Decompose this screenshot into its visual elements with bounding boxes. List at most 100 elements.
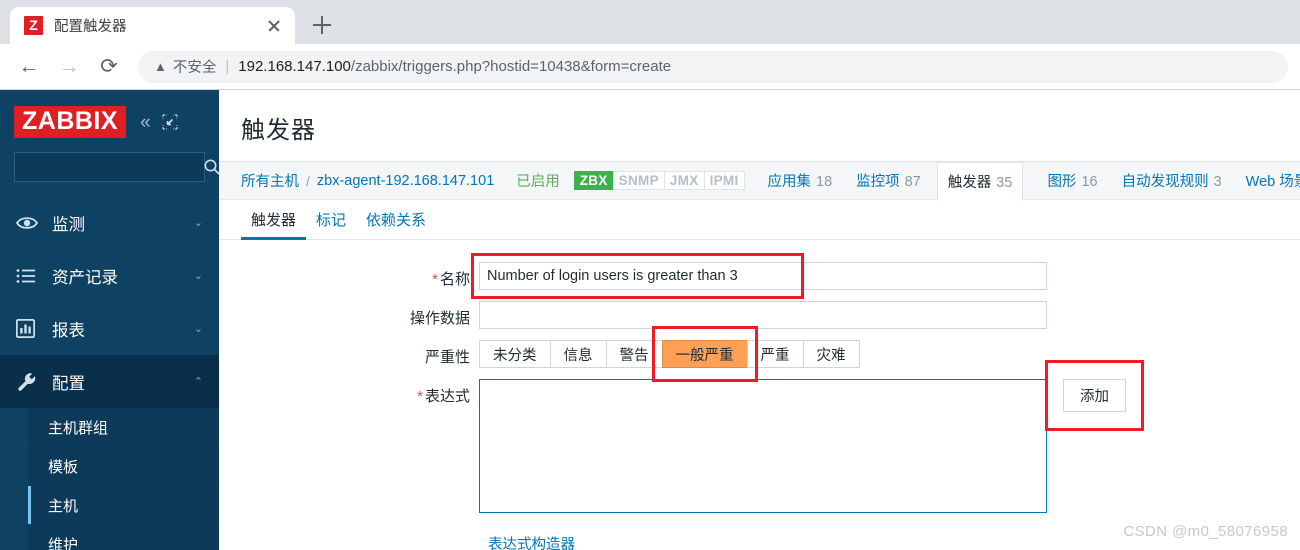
breadcrumb-all-hosts[interactable]: 所有主机 <box>241 170 299 191</box>
breadcrumb: 所有主机 / zbx-agent-192.168.147.101 已启用 ZBX… <box>219 161 1300 201</box>
reload-icon[interactable]: ⟳ <box>92 50 126 84</box>
nav-tab-count: 3 <box>1213 174 1222 190</box>
tab-label: 触发器 <box>251 212 297 229</box>
address-host: 192.168.147.100 <box>238 58 351 75</box>
trigger-form: *名称 操作数据 严重性 未分类 信息 警告 一般严重 严重 灾难 <box>219 240 1300 550</box>
nav-tab-items[interactable]: 监控项 87 <box>856 170 921 191</box>
tab-dependencies[interactable]: 依赖关系 <box>356 209 436 239</box>
interface-badge-snmp: SNMP <box>612 171 665 190</box>
expression-textarea[interactable] <box>479 379 1047 513</box>
list-icon <box>16 268 42 284</box>
severity-label: 严重性 <box>424 349 470 366</box>
form-tabs: 触发器 标记 依赖关系 <box>219 200 1300 240</box>
browser-tab[interactable]: Z 配置触发器 <box>10 7 295 44</box>
search-icon[interactable] <box>203 158 219 176</box>
security-status-text: 不安全 <box>172 60 217 76</box>
sidebar-subitem-templates[interactable]: 模板 <box>28 447 219 486</box>
page-title: 触发器 <box>241 117 316 144</box>
nav-tab-discovery-rules[interactable]: 自动发现规则 3 <box>1122 170 1222 191</box>
breadcrumb-separator: / <box>306 172 310 189</box>
severity-option-average[interactable]: 一般严重 <box>661 340 748 368</box>
kiosk-mode-icon[interactable] <box>161 114 178 130</box>
opdata-label: 操作数据 <box>409 310 470 327</box>
sidebar-search[interactable] <box>14 152 219 182</box>
sidebar-subitem-host-groups[interactable]: 主机群组 <box>28 408 219 447</box>
sidebar-subitem-hosts[interactable]: 主机 <box>28 486 219 525</box>
browser-tab-strip: Z 配置触发器 <box>0 0 1300 44</box>
required-marker: * <box>432 271 438 288</box>
forward-icon[interactable]: → <box>52 50 86 84</box>
name-input[interactable] <box>479 262 1047 290</box>
plus-icon[interactable] <box>307 10 337 40</box>
nav-tab-label: 应用集 <box>767 174 812 190</box>
browser-omnibar: ← → ⟳ ▲ 不安全 | 192.168.147.100/zabbix/tri… <box>0 44 1300 90</box>
nav-tab-graphs[interactable]: 图形 16 <box>1047 170 1097 191</box>
name-label: * 名称 <box>219 262 479 289</box>
nav-tab-label: Web 场景 <box>1245 174 1300 190</box>
sidebar-item-label: 资产记录 <box>52 268 118 287</box>
sidebar-item-label: 监测 <box>52 215 85 234</box>
expression-area-wrap: 添加 <box>479 379 1126 513</box>
nav-tab-applications[interactable]: 应用集 18 <box>768 170 833 191</box>
sidebar-subitem-label: 主机群组 <box>48 419 109 437</box>
nav-tab-label: 触发器 <box>947 175 992 191</box>
browser-window: Z 配置触发器 ← → ⟳ ▲ 不安全 | 192.168.147.100/za… <box>0 0 1300 550</box>
address-path: /zabbix/triggers.php?hostid=10438&form=c… <box>350 58 672 75</box>
bar-chart-icon <box>16 319 42 338</box>
add-button[interactable]: 添加 <box>1063 379 1126 412</box>
browser-tab-title: 配置触发器 <box>54 19 127 35</box>
severity-option-not-classified[interactable]: 未分类 <box>479 340 551 368</box>
severity-option-high[interactable]: 严重 <box>746 340 804 368</box>
sidebar-submenu: 主机群组 模板 主机 维护 <box>28 408 219 550</box>
sidebar-item-label: 配置 <box>52 374 85 393</box>
severity-option-information[interactable]: 信息 <box>549 340 607 368</box>
opdata-input[interactable] <box>479 301 1047 329</box>
expression-constructor-link[interactable]: 表达式构造器 <box>488 533 575 550</box>
nav-tab-label: 图形 <box>1047 174 1077 190</box>
watermark: CSDN @m0_58076958 <box>1123 523 1288 540</box>
severity-option-warning[interactable]: 警告 <box>605 340 663 368</box>
host-status-badge: 已启用 <box>516 174 560 190</box>
expression-label-text: 表达式 <box>424 388 470 405</box>
sidebar-item-inventory[interactable]: 资产记录 ⌄ <box>0 249 219 302</box>
tab-trigger[interactable]: 触发器 <box>241 209 307 240</box>
sidebar: ZABBIX « 监测 ⌄ 资产记录 ⌄ 报表 ⌄ 配置 ⌃ 主机群组 模板 主… <box>0 90 219 550</box>
back-icon[interactable]: ← <box>12 50 46 84</box>
form-row-severity: 严重性 未分类 信息 警告 一般严重 严重 灾难 <box>219 340 1300 368</box>
interface-badge-jmx: JMX <box>663 171 705 190</box>
chevron-down-icon: ⌄ <box>193 217 203 229</box>
zabbix-page: ZABBIX « 监测 ⌄ 资产记录 ⌄ 报表 ⌄ 配置 ⌃ 主机群组 模板 主… <box>0 90 1300 550</box>
chevron-down-icon: ⌄ <box>193 323 203 335</box>
form-row-name: * 名称 <box>219 262 1300 290</box>
tab-tags[interactable]: 标记 <box>306 209 356 239</box>
tab-label: 标记 <box>316 212 347 229</box>
sidebar-item-reports[interactable]: 报表 ⌄ <box>0 302 219 355</box>
collapse-sidebar-icon[interactable]: « <box>140 113 151 132</box>
nav-tab-count: 35 <box>996 175 1013 191</box>
search-input[interactable] <box>23 158 203 176</box>
wrench-icon <box>16 371 42 393</box>
nav-tab-triggers[interactable]: 触发器 35 <box>936 162 1024 201</box>
breadcrumb-host[interactable]: zbx-agent-192.168.147.101 <box>317 173 494 189</box>
tab-label: 依赖关系 <box>366 212 427 229</box>
sidebar-header: ZABBIX « <box>0 90 219 148</box>
sidebar-subitem-label: 模板 <box>48 458 79 476</box>
nav-tab-count: 87 <box>904 174 921 190</box>
form-row-expression: * 表达式 添加 <box>219 379 1300 513</box>
address-bar[interactable]: ▲ 不安全 | 192.168.147.100/zabbix/triggers.… <box>138 50 1288 83</box>
zabbix-logo[interactable]: ZABBIX <box>14 106 127 138</box>
nav-tab-web-scenarios[interactable]: Web 场景 <box>1246 170 1300 191</box>
expression-label: * 表达式 <box>219 379 479 406</box>
address-separator: | <box>225 58 230 75</box>
sidebar-item-monitoring[interactable]: 监测 ⌄ <box>0 196 219 249</box>
warning-triangle-icon: ▲ <box>154 59 167 74</box>
close-icon[interactable] <box>263 15 285 37</box>
main-content: 触发器 所有主机 / zbx-agent-192.168.147.101 已启用… <box>219 90 1300 550</box>
sidebar-subitem-maintenance[interactable]: 维护 <box>28 525 219 550</box>
sidebar-item-configuration[interactable]: 配置 ⌃ <box>0 355 219 408</box>
address-url: 192.168.147.100/zabbix/triggers.php?host… <box>238 58 671 75</box>
chevron-down-icon: ⌄ <box>193 270 203 282</box>
severity-option-disaster[interactable]: 灾难 <box>802 340 860 368</box>
interface-badge-ipmi: IPMI <box>703 171 745 190</box>
nav-tab-count: 16 <box>1081 174 1098 190</box>
